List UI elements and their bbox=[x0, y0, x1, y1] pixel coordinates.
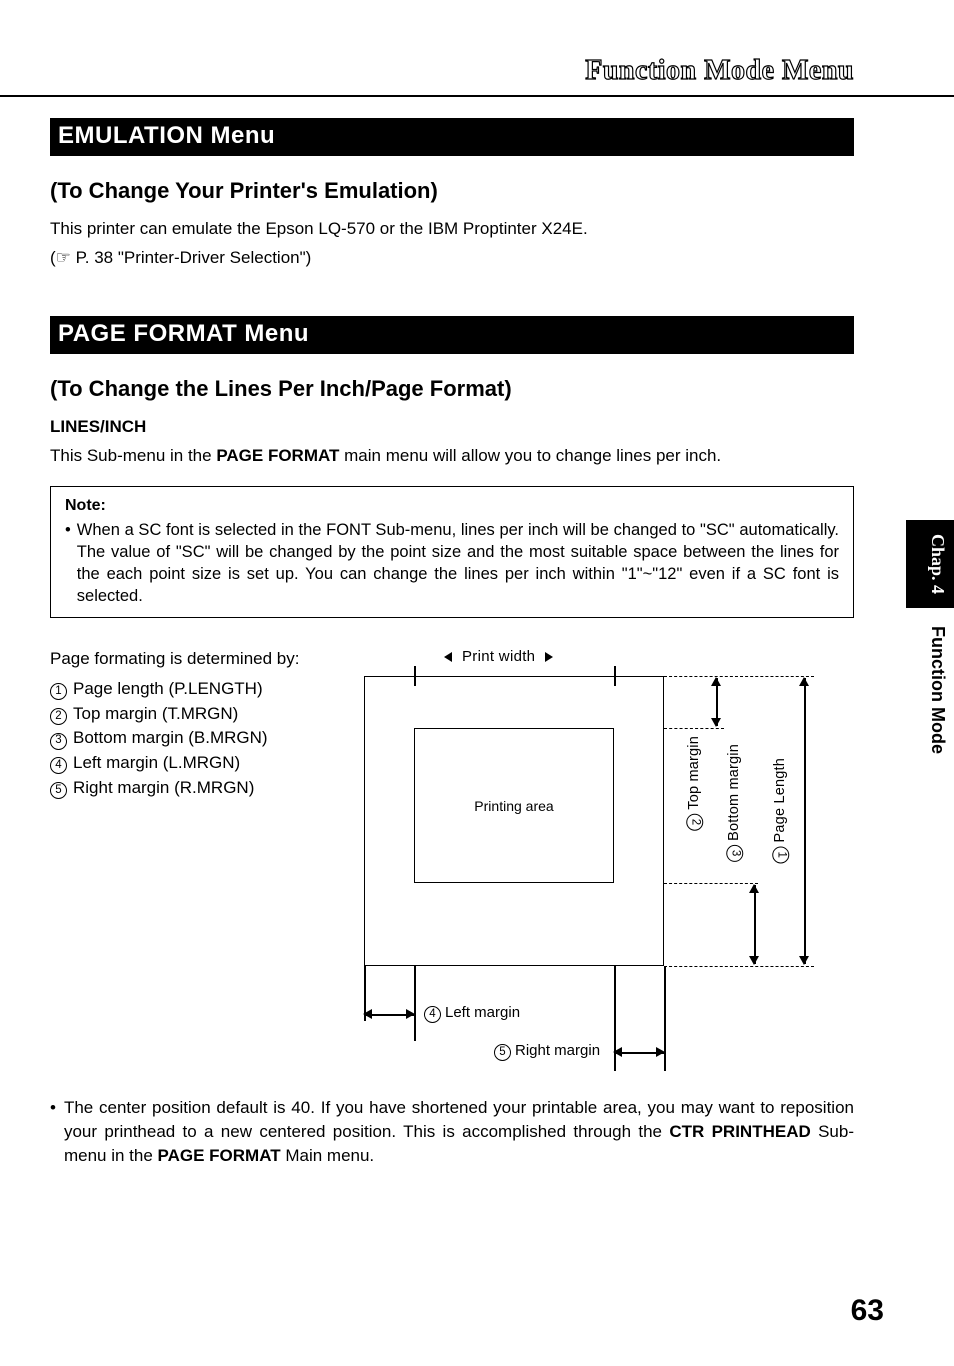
side-tabs: Chap. 4 Function Mode bbox=[906, 520, 954, 768]
note-box: Note: • When a SC font is selected in th… bbox=[50, 486, 854, 618]
subheading-pageformat: (To Change the Lines Per Inch/Page Forma… bbox=[50, 376, 854, 402]
right-margin-label: 5Right margin bbox=[494, 1042, 600, 1061]
list-item: 5Right margin (R.MRGN) bbox=[50, 776, 350, 801]
determined-by: Page formating is determined by: bbox=[50, 648, 350, 671]
lines-inch-title: LINES/INCH bbox=[50, 416, 854, 439]
top-margin-label: 2Top margin bbox=[686, 736, 703, 831]
printing-area-label: Printing area bbox=[474, 798, 553, 814]
list-item: 4Left margin (L.MRGN) bbox=[50, 751, 350, 776]
printing-area-rect: Printing area bbox=[414, 728, 614, 883]
header-rule bbox=[0, 95, 954, 97]
function-mode-tab: Function Mode bbox=[906, 612, 954, 768]
list-item: 2Top margin (T.MRGN) bbox=[50, 702, 350, 727]
section-bar-pageformat: PAGE FORMAT Menu bbox=[50, 316, 854, 354]
page-format-diagram: Print width Printing area bbox=[364, 648, 819, 1068]
print-width-label: Print width bbox=[444, 648, 553, 665]
note-title: Note: bbox=[65, 497, 839, 515]
list-item: 1Page length (P.LENGTH) bbox=[50, 677, 350, 702]
emulation-desc-2: (☞ P. 38 "Printer-Driver Selection") bbox=[50, 247, 854, 270]
list-item: 3Bottom margin (B.MRGN) bbox=[50, 726, 350, 751]
page-length-label: 1Page Length bbox=[772, 758, 789, 863]
page: Function Mode Menu EMULATION Menu (To Ch… bbox=[0, 0, 954, 1366]
left-margin-label: 4Left margin bbox=[424, 1004, 520, 1023]
section-bar-emulation: EMULATION Menu bbox=[50, 118, 854, 156]
page-number: 63 bbox=[851, 1294, 884, 1328]
lines-inch-body: This Sub-menu in the PAGE FORMAT main me… bbox=[50, 445, 854, 468]
subheading-emulation: (To Change Your Printer's Emulation) bbox=[50, 178, 854, 204]
center-position-note: • The center position default is 40. If … bbox=[50, 1096, 854, 1167]
content-area: EMULATION Menu (To Change Your Printer's… bbox=[50, 118, 854, 1168]
emulation-desc-1: This printer can emulate the Epson LQ-57… bbox=[50, 218, 854, 241]
note-body: • When a SC font is selected in the FONT… bbox=[65, 519, 839, 607]
page-header-title: Function Mode Menu bbox=[585, 55, 854, 87]
bottom-margin-label: 3Bottom margin bbox=[726, 744, 743, 862]
chapter-tab: Chap. 4 bbox=[906, 520, 954, 608]
format-items: 1Page length (P.LENGTH) 2Top margin (T.M… bbox=[50, 677, 350, 800]
